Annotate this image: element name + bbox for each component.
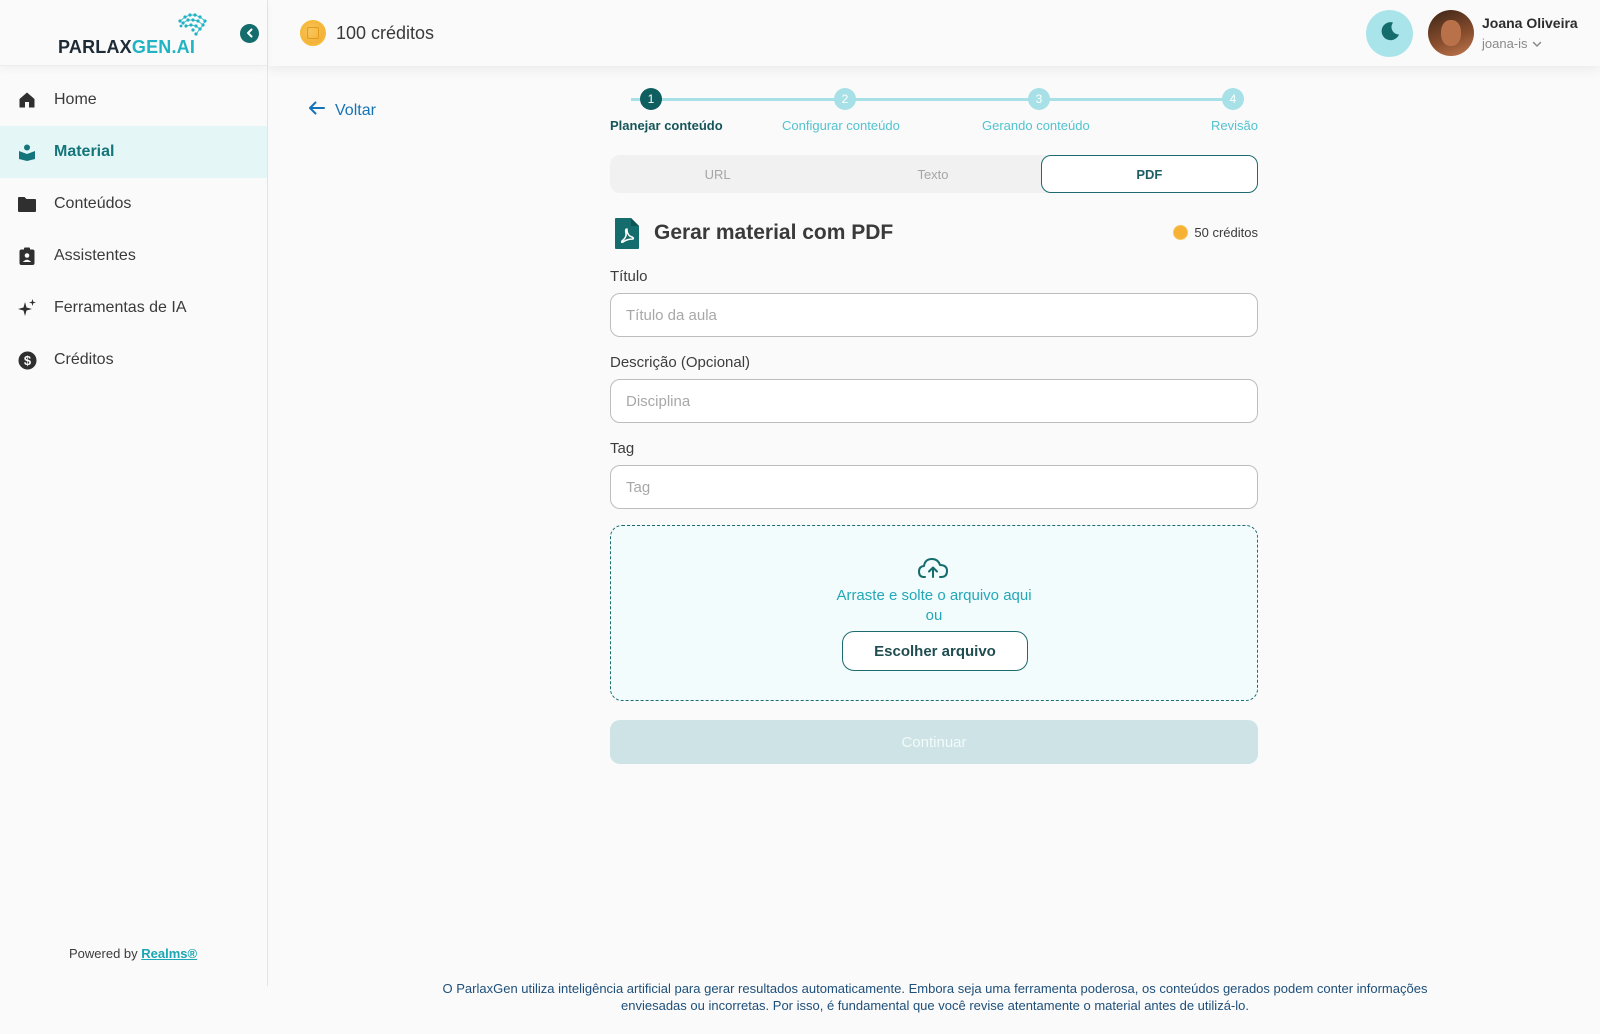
choose-file-button[interactable]: Escolher arquivo xyxy=(842,631,1028,671)
sidebar-item-label: Home xyxy=(54,91,97,108)
sidebar-item-material[interactable]: Material xyxy=(0,126,267,178)
description-label: Descrição (Opcional) xyxy=(610,354,751,371)
realms-link[interactable]: Realms® xyxy=(141,946,197,961)
step-4-label: Revisão xyxy=(1211,118,1258,133)
source-tabs: URL Texto PDF xyxy=(610,155,1258,193)
dropzone-instructions: Arraste e solte o arquivo aqui ou xyxy=(611,586,1257,626)
step-4-dot: 4 xyxy=(1222,88,1244,110)
theme-toggle-button[interactable] xyxy=(1366,10,1413,57)
step-3-label: Gerando conteúdo xyxy=(982,118,1090,133)
coin-icon xyxy=(1173,225,1189,240)
step-2-label: Configurar conteúdo xyxy=(782,118,900,133)
arrow-left-icon xyxy=(308,101,335,120)
step-3-dot: 3 xyxy=(1028,88,1050,110)
back-button[interactable]: Voltar xyxy=(308,101,376,120)
back-label: Voltar xyxy=(335,101,376,119)
sparkle-icon xyxy=(17,298,37,318)
brain-logo-icon xyxy=(174,11,210,46)
pdf-file-icon xyxy=(614,217,640,255)
svg-text:$: $ xyxy=(23,353,31,368)
user-avatar[interactable] xyxy=(1428,10,1474,56)
chevron-down-icon xyxy=(1532,36,1542,51)
tag-input[interactable] xyxy=(610,465,1258,509)
credits-balance: 100 créditos xyxy=(300,20,434,46)
title-label: Título xyxy=(610,268,648,285)
form-header: Gerar material com PDF 50 créditos xyxy=(614,216,1258,252)
step-1-label: Planejar conteúdo xyxy=(610,118,723,133)
user-menu-toggle[interactable]: joana-is xyxy=(1482,36,1542,51)
sidebar-nav: Home Material Conteúdos Assistentes Ferr… xyxy=(0,74,267,386)
ai-disclaimer: O ParlaxGen utiliza inteligência artific… xyxy=(400,980,1470,1014)
tab-url[interactable]: URL xyxy=(610,155,825,193)
user-handle: joana-is xyxy=(1482,36,1528,51)
sidebar-item-ferramentas-de-ia[interactable]: Ferramentas de IA xyxy=(0,282,267,334)
tag-label: Tag xyxy=(610,440,635,457)
credit-cost: 50 créditos xyxy=(1173,225,1258,240)
description-input[interactable] xyxy=(610,379,1258,423)
form-title: Gerar material com PDF xyxy=(654,221,894,244)
disclaimer-line-2: enviesadas ou incorretas. Por isso, é fu… xyxy=(621,998,1249,1013)
step-1-dot: 1 xyxy=(640,88,662,110)
credits-text: 100 créditos xyxy=(336,22,435,43)
top-header: 100 créditos Joana Oliveira joana-is xyxy=(268,0,1600,66)
sidebar-item-label: Créditos xyxy=(54,351,114,368)
step-2-dot: 2 xyxy=(834,88,856,110)
sidebar-item-assistentes[interactable]: Assistentes xyxy=(0,230,267,282)
dropzone-line-1: Arraste e solte o arquivo aqui xyxy=(836,587,1032,604)
sidebar-item-creditos[interactable]: $ Créditos xyxy=(0,334,267,386)
sidebar-item-label: Material xyxy=(54,143,115,160)
folder-icon xyxy=(17,194,37,214)
tab-texto[interactable]: Texto xyxy=(825,155,1040,193)
dollar-circle-icon: $ xyxy=(17,350,37,370)
sidebar-item-label: Ferramentas de IA xyxy=(54,299,187,316)
sidebar-item-conteudos[interactable]: Conteúdos xyxy=(0,178,267,230)
sidebar: PARLAXGEN.AI Home Material Conteúdos Ass… xyxy=(0,0,268,986)
assistant-badge-icon xyxy=(17,246,37,266)
tab-pdf[interactable]: PDF xyxy=(1040,155,1258,193)
chevron-left-icon xyxy=(245,25,255,43)
collapse-sidebar-button[interactable] xyxy=(240,24,259,43)
material-icon xyxy=(17,142,37,162)
disclaimer-line-1: O ParlaxGen utiliza inteligência artific… xyxy=(442,981,1428,996)
moon-icon xyxy=(1379,20,1401,47)
sidebar-item-label: Assistentes xyxy=(54,247,136,264)
file-dropzone[interactable]: Arraste e solte o arquivo aqui ou Escolh… xyxy=(610,525,1258,701)
cloud-upload-icon xyxy=(917,556,949,585)
title-input[interactable] xyxy=(610,293,1258,337)
credit-cost-text: 50 créditos xyxy=(1194,225,1258,240)
sidebar-item-label: Conteúdos xyxy=(54,195,132,212)
continue-button[interactable]: Continuar xyxy=(610,720,1258,764)
powered-by: Powered by Realms® xyxy=(69,946,197,961)
sidebar-item-home[interactable]: Home xyxy=(0,74,267,126)
stepper-track xyxy=(631,98,1235,101)
home-icon xyxy=(17,90,37,110)
user-name[interactable]: Joana Oliveira xyxy=(1482,15,1578,31)
dropzone-line-2: ou xyxy=(925,607,943,624)
coin-icon xyxy=(300,20,326,46)
progress-stepper: 1 2 3 4 Planejar conteúdo Configurar con… xyxy=(610,88,1258,134)
powered-by-text: Powered by xyxy=(69,946,138,961)
logo-area: PARLAXGEN.AI xyxy=(0,0,267,66)
logo-text-main: PARLAX xyxy=(58,37,132,57)
